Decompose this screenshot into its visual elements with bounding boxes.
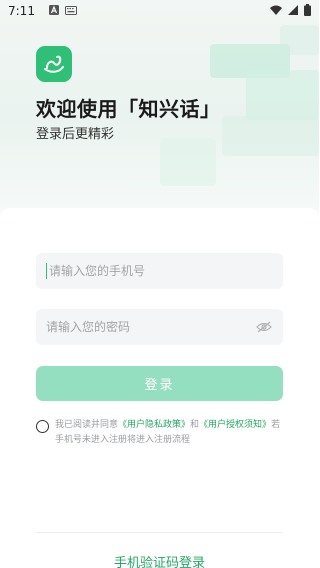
text-cursor xyxy=(46,263,47,279)
phone-field[interactable] xyxy=(36,253,283,289)
agreement-row: 我已阅读并同意《用户隐私政策》和《用户授权须知》若手机号未进入注册将进入注册流程 xyxy=(36,418,286,448)
agree-radio[interactable] xyxy=(36,420,49,433)
auth-notice-link[interactable]: 《用户授权须知》 xyxy=(199,420,271,430)
agreement-text: 我已阅读并同意《用户隐私政策》和《用户授权须知》若手机号未进入注册将进入注册流程 xyxy=(55,418,286,448)
decorative-shape xyxy=(280,25,319,55)
privacy-policy-link[interactable]: 《用户隐私政策》 xyxy=(118,420,190,430)
wifi-icon xyxy=(270,4,282,18)
decorative-shape xyxy=(222,116,319,156)
agreement-and: 和 xyxy=(190,420,200,430)
password-field[interactable] xyxy=(36,309,283,345)
a-notification-icon xyxy=(48,4,59,18)
app-logo xyxy=(36,46,72,82)
keyboard-notification-icon xyxy=(64,4,77,18)
decorative-shape xyxy=(246,70,319,120)
password-input[interactable] xyxy=(46,320,255,334)
agreement-prefix: 我已阅读并同意 xyxy=(55,420,119,430)
decorative-shape xyxy=(160,138,216,186)
signal-icon xyxy=(288,4,298,18)
status-time: 7:11 xyxy=(8,4,35,18)
swan-logo-icon xyxy=(44,55,64,73)
battery-icon xyxy=(304,3,311,19)
phone-input[interactable] xyxy=(49,264,273,278)
status-bar: 7:11 xyxy=(0,0,319,22)
login-button[interactable]: 登录 xyxy=(36,366,283,401)
welcome-title: 欢迎使用「知兴话」 xyxy=(36,97,221,121)
divider xyxy=(36,532,283,533)
welcome-subtitle: 登录后更精彩 xyxy=(36,127,115,142)
sms-login-link[interactable]: 手机验证码登录 xyxy=(0,552,319,568)
eye-closed-icon[interactable] xyxy=(255,318,273,336)
